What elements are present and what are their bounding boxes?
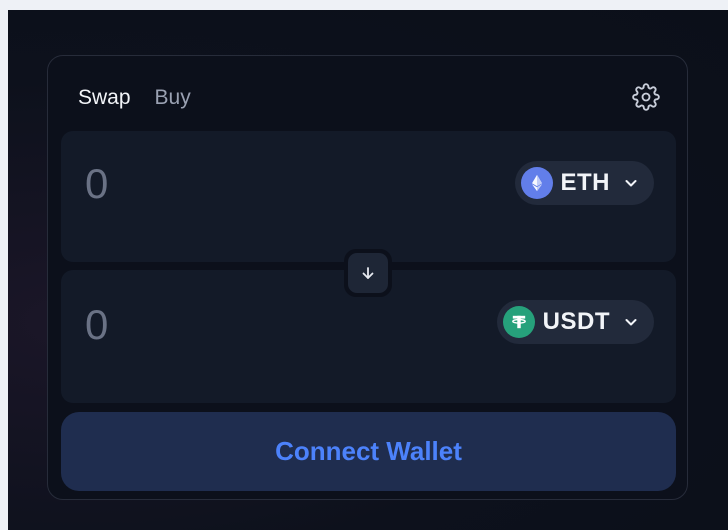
switch-tokens-button[interactable] (344, 249, 392, 297)
sell-panel: ETH (61, 131, 676, 262)
switch-tokens-inner (348, 253, 388, 293)
sell-token-selector[interactable]: ETH (514, 161, 654, 205)
arrow-down-icon (362, 267, 374, 279)
tab-bar: Swap Buy (78, 86, 191, 110)
eth-icon (520, 167, 553, 199)
tab-swap[interactable]: Swap (78, 86, 131, 110)
sell-amount-input[interactable] (83, 159, 347, 209)
chevron-down-icon (625, 180, 637, 187)
sell-token-symbol: ETH (560, 169, 610, 196)
buy-token-selector[interactable]: USDT (496, 300, 654, 344)
buy-token-symbol: USDT (542, 308, 610, 335)
gear-icon[interactable] (632, 83, 660, 111)
chevron-down-icon (625, 319, 637, 326)
page-background: Swap Buy ETH (8, 10, 728, 530)
tab-buy[interactable]: Buy (155, 86, 191, 110)
swap-widget: Swap Buy ETH (47, 55, 688, 500)
usdt-icon (502, 306, 535, 338)
connect-wallet-button[interactable]: Connect Wallet (61, 412, 676, 491)
buy-amount-input[interactable] (83, 300, 347, 350)
